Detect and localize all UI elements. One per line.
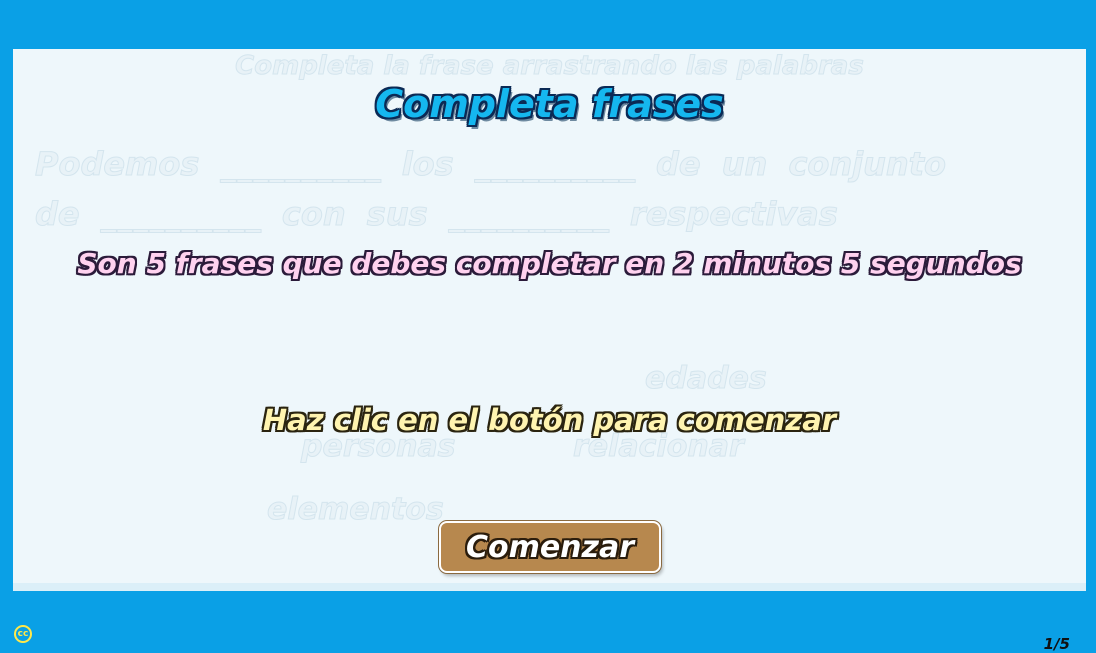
background-sentence-line-1: Podemos __________ los __________ de un … [35,145,947,184]
background-sentence-line-2: de __________ con sus __________ respect… [35,195,839,234]
stage-bottom-strip [13,583,1086,591]
background-word-edades: edades [645,361,768,397]
background-instruction: Completa la frase arrastrando las palabr… [235,51,865,82]
game-description: Son 5 frases que debes completar en 2 mi… [77,247,1022,280]
cc-icon[interactable]: cc [14,625,32,643]
page-counter: 1/5 [1043,635,1070,653]
start-button[interactable]: Comenzar [439,521,661,573]
start-prompt: Haz clic en el botón para comenzar [262,403,837,437]
background-word-elementos: elementos [267,492,445,528]
page-title: Completa frases [375,82,724,126]
game-stage: Completa la frase arrastrando las palabr… [13,49,1086,583]
cc-icon-label: cc [17,629,29,639]
